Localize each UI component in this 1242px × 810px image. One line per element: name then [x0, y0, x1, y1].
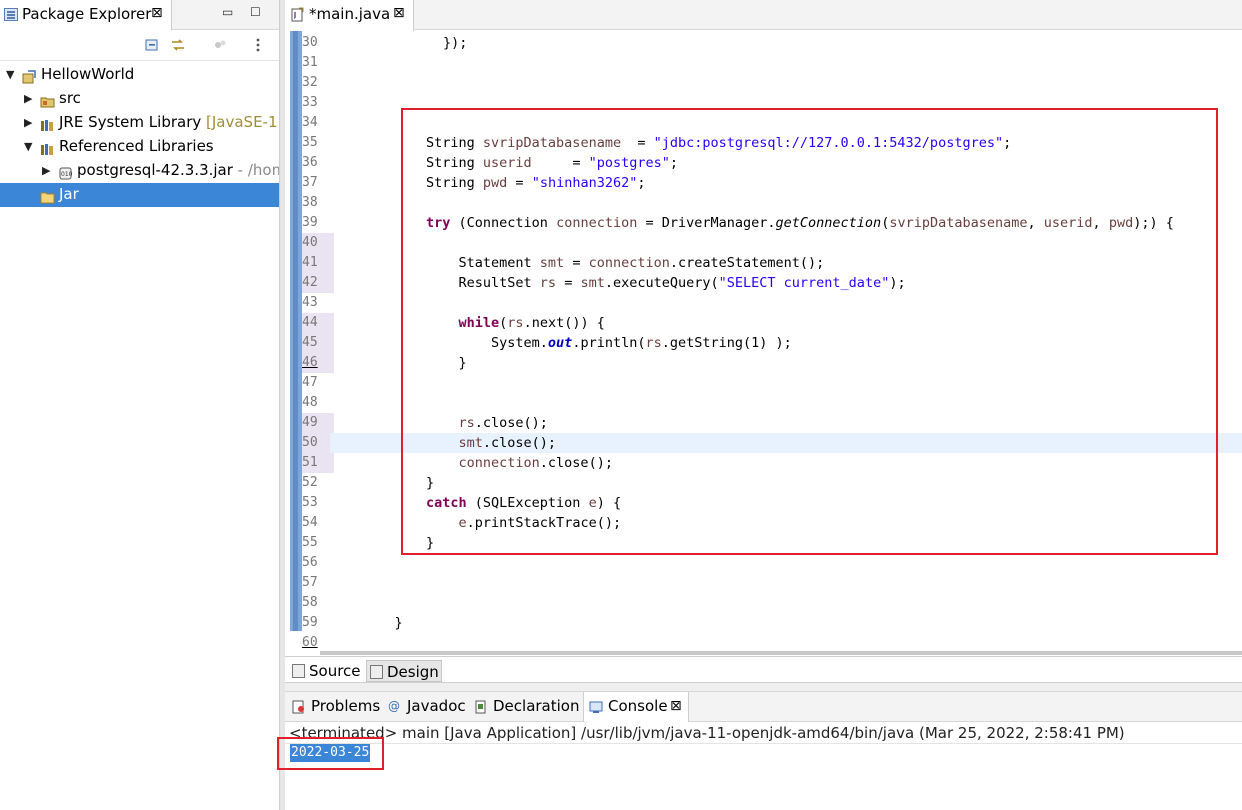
package-explorer-toolbar — [0, 31, 279, 61]
console-status-line: <terminated> main [Java Application] /us… — [289, 724, 1125, 742]
line-number-gutter: 30 31 32 33 34 35 36 37 38 39 40 41 42 43 44 45 46 47 48 49… — [302, 31, 334, 656]
chevron-right-icon[interactable]: ▶ — [24, 87, 36, 110]
quick-diff-ruler — [290, 31, 302, 631]
java-file-icon — [291, 7, 304, 22]
code-line[interactable] — [330, 553, 1242, 573]
filter-icon[interactable] — [212, 37, 228, 53]
package-explorer-icon — [4, 8, 18, 21]
library-icon — [40, 140, 55, 155]
source-icon — [292, 664, 305, 678]
problems-icon — [292, 700, 304, 714]
tree-item-label: Jar — [59, 185, 79, 203]
jar-icon: 010 — [58, 164, 73, 180]
chevron-down-icon[interactable]: ▼ — [24, 135, 36, 158]
library-icon — [40, 116, 55, 131]
package-explorer-tab[interactable]: Package Explorer ⊠ — [0, 0, 172, 31]
svg-text:010: 010 — [61, 171, 73, 178]
tree-item-label: Referenced Libraries — [59, 137, 214, 155]
chevron-down-icon[interactable]: ▼ — [6, 63, 18, 86]
tab-declaration-label: Declaration — [493, 697, 580, 715]
source-folder-icon — [40, 92, 55, 108]
tab-design[interactable]: Design — [366, 660, 442, 682]
editor-source-design-tabs: Source Design — [285, 656, 1242, 683]
tab-source-label: Source — [309, 662, 361, 680]
tab-source[interactable]: Source — [289, 660, 365, 682]
tree-item-label: src — [59, 89, 81, 107]
code-line[interactable] — [330, 593, 1242, 613]
divider — [285, 743, 1242, 744]
tree-item[interactable]: ▼ HellowWorld — [0, 63, 279, 87]
highlight-box-output — [277, 737, 384, 770]
java-project-icon — [22, 68, 37, 84]
bottom-panel-tabbar: Problems @ Javadoc Declaration Console ⊠ — [285, 691, 1242, 723]
close-icon[interactable]: ⊠ — [393, 5, 405, 21]
horizontal-scrollbar[interactable] — [320, 651, 1242, 655]
code-line[interactable]: }); — [330, 33, 1242, 53]
tree-item[interactable]: ▼ Referenced Libraries — [0, 135, 279, 159]
package-explorer-view: Package Explorer ⊠ ▭ ☐ ▼ HellowWorld ▶ src ▶… — [0, 0, 287, 810]
code-line[interactable] — [330, 53, 1242, 73]
minimize-icon[interactable]: ▭ — [222, 5, 233, 19]
tab-javadoc[interactable]: @ Javadoc — [383, 692, 467, 722]
chevron-right-icon[interactable]: ▶ — [24, 111, 36, 134]
maximize-icon[interactable]: ☐ — [250, 5, 261, 19]
console-icon — [589, 701, 603, 713]
tab-problems[interactable]: Problems — [287, 692, 383, 722]
code-line[interactable]: } — [330, 613, 1242, 633]
eclipse-window: Package Explorer ⊠ ▭ ☐ ▼ HellowWorld ▶ src ▶… — [0, 0, 1242, 810]
code-line[interactable] — [330, 73, 1242, 93]
tab-console-label: Console — [608, 697, 668, 715]
tab-console[interactable]: Console ⊠ — [583, 692, 689, 723]
tab-design-label: Design — [387, 663, 439, 681]
tree-item[interactable]: ▶ src — [0, 87, 279, 111]
chevron-right-icon[interactable]: ▶ — [42, 159, 54, 182]
collapse-all-icon[interactable] — [144, 37, 160, 53]
view-menu-icon[interactable] — [250, 37, 266, 53]
tab-javadoc-label: Javadoc — [407, 697, 466, 715]
close-icon[interactable]: ⊠ — [670, 692, 682, 721]
highlight-box-code — [401, 108, 1218, 555]
code-line[interactable] — [330, 633, 1242, 653]
tree-item-label: HellowWorld — [41, 65, 135, 83]
link-with-editor-icon[interactable] — [170, 37, 186, 53]
editor-tab-label: *main.java — [309, 5, 391, 23]
console-view[interactable]: <terminated> main [Java Application] /us… — [285, 722, 1242, 810]
declaration-icon — [475, 700, 486, 714]
tree-item[interactable]: Jar — [0, 183, 279, 207]
editor-tabbar: *main.java ⊠ — [285, 0, 1242, 31]
design-icon — [370, 665, 383, 679]
tree-item-label: postgresql-42.3.3.jar - /hom — [77, 161, 287, 179]
folder-icon — [40, 188, 55, 204]
tree-item[interactable]: ▶ JRE System Library [JavaSE-11 — [0, 111, 287, 135]
tab-problems-label: Problems — [311, 697, 381, 715]
close-icon[interactable]: ⊠ — [151, 5, 163, 21]
tree-item[interactable]: ▶ 010 postgresql-42.3.3.jar - /hom — [0, 159, 286, 183]
tree-item-decoration: [JavaSE-11 — [201, 113, 288, 131]
panel-separator — [285, 683, 1242, 691]
tab-declaration[interactable]: Declaration — [469, 692, 581, 722]
editor-tab-main-java[interactable]: *main.java ⊠ — [285, 0, 414, 31]
javadoc-icon: @ — [388, 699, 400, 713]
code-line[interactable] — [330, 573, 1242, 593]
tree-item-label: JRE System Library [JavaSE-11 — [59, 113, 288, 131]
package-explorer-tab-label: Package Explorer — [22, 5, 152, 23]
package-explorer-tabbar: Package Explorer ⊠ ▭ ☐ — [0, 0, 279, 31]
